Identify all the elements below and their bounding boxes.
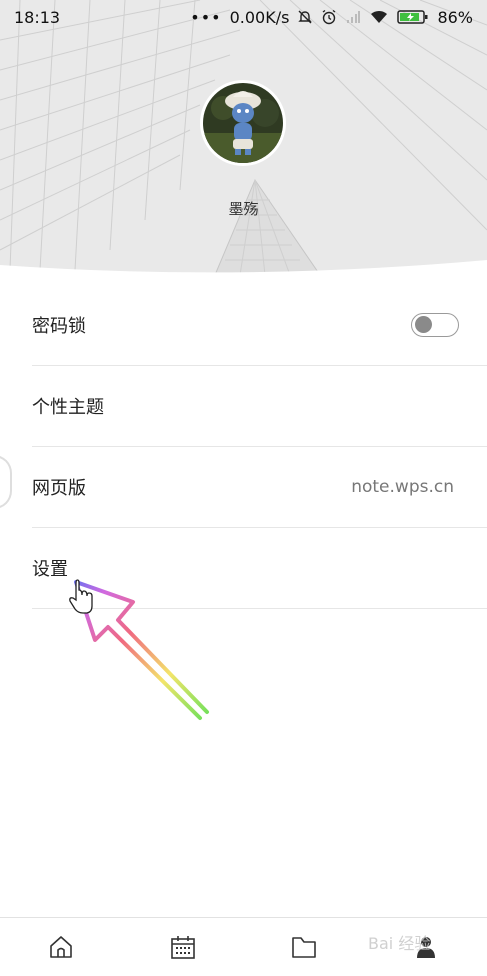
password-lock-toggle[interactable]: [411, 313, 459, 337]
toggle-knob: [415, 316, 432, 333]
nav-tab-folder[interactable]: [274, 922, 334, 972]
profile-avatar[interactable]: [200, 80, 286, 166]
nav-tab-home[interactable]: [31, 922, 91, 972]
status-time: 18:13: [14, 7, 61, 27]
alarm-icon: [323, 9, 336, 25]
folder-icon: [292, 937, 317, 958]
calendar-icon: [170, 936, 195, 959]
menu-item-settings[interactable]: 设置: [32, 528, 487, 609]
menu-item-password-lock[interactable]: 密码锁: [32, 285, 487, 366]
settings-menu: 密码锁 个性主题 网页版 note.wps.cn 设置: [0, 285, 487, 609]
wifi-icon: [371, 10, 388, 23]
theme-label: 个性主题: [32, 397, 104, 418]
web-version-label: 网页版: [32, 478, 86, 499]
smurf-avatar-icon: [203, 83, 283, 163]
battery-icon: [397, 10, 428, 24]
nav-tab-calendar[interactable]: [153, 922, 213, 972]
watermark-logo: Bai 经验: [368, 934, 431, 953]
battery-level: 86%: [437, 7, 473, 27]
more-dots-icon: •••: [190, 7, 222, 27]
settings-label: 设置: [32, 559, 68, 580]
menu-item-web-version[interactable]: 网页版 note.wps.cn: [32, 447, 487, 528]
network-speed: 0.00K/s: [229, 7, 290, 27]
username: 墨殇: [228, 200, 259, 218]
menu-item-theme[interactable]: 个性主题: [32, 366, 487, 447]
password-lock-label: 密码锁: [32, 316, 86, 337]
profile-header: 18:13 ••• 0.00K/s 86% 墨殇: [0, 0, 487, 275]
signal-icon: [347, 11, 361, 23]
web-version-url: note.wps.cn: [351, 477, 454, 497]
status-bar: 18:13 ••• 0.00K/s 86%: [0, 0, 487, 34]
home-icon: [50, 936, 72, 958]
mute-bell-icon: [298, 10, 313, 24]
